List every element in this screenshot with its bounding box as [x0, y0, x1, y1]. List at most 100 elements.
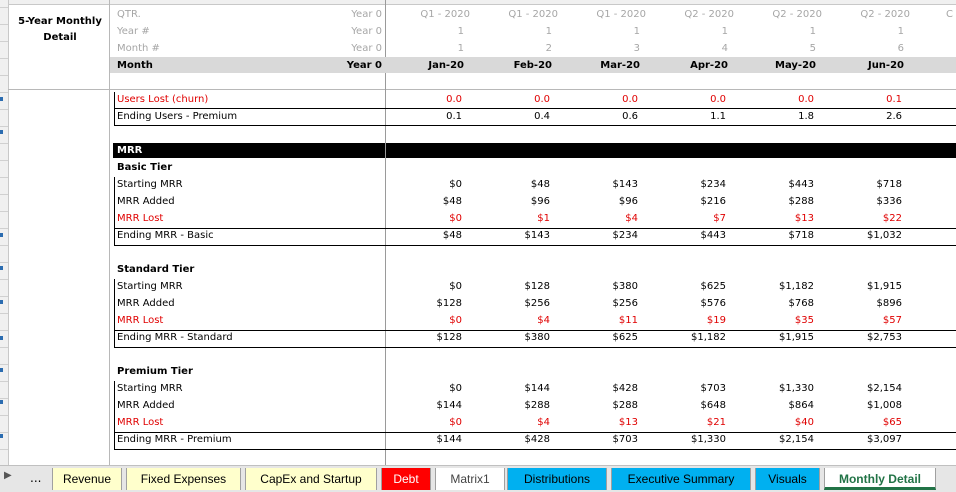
mrr-added-cell[interactable]: $1,008 — [830, 399, 902, 413]
ending-mrr-cell[interactable]: $1,330 — [654, 433, 726, 447]
mrr-added-cell[interactable]: $128 — [390, 297, 462, 311]
mrr-lost-cell[interactable]: $65 — [830, 416, 902, 430]
ending-users-cell[interactable]: 1.1 — [654, 110, 726, 124]
ending-mrr-cell[interactable]: $2,753 — [830, 331, 902, 345]
users-lost-cell[interactable]: 0.0 — [566, 93, 638, 107]
mrr-lost-cell[interactable]: $57 — [830, 314, 902, 328]
qtr-cell[interactable]: Q2 - 2020 — [742, 8, 822, 22]
ending-mrr-cell[interactable]: $1,915 — [742, 331, 814, 345]
month-header-cell[interactable]: Jan-20 — [390, 59, 464, 73]
ending-mrr-cell[interactable]: $128 — [390, 331, 462, 345]
mrr-added-cell[interactable]: $288 — [566, 399, 638, 413]
starting-mrr-cell[interactable]: $2,154 — [830, 382, 902, 396]
starting-mrr-cell[interactable]: $718 — [830, 178, 902, 192]
starting-mrr-cell[interactable]: $1,915 — [830, 280, 902, 294]
starting-mrr-label[interactable]: Starting MRR — [117, 382, 183, 396]
mrr-lost-cell[interactable]: $40 — [742, 416, 814, 430]
mrr-lost-cell[interactable]: $0 — [390, 212, 462, 226]
qtr-cell[interactable]: Q1 - 2020 — [390, 8, 470, 22]
mrr-added-cell[interactable]: $896 — [830, 297, 902, 311]
mrr-lost-cell[interactable]: $0 — [390, 416, 462, 430]
month-num-cell[interactable]: 1 — [390, 42, 464, 56]
ending-mrr-label[interactable]: Ending MRR - Basic — [117, 229, 214, 243]
qtr-label[interactable]: QTR. — [117, 8, 141, 22]
mrr-added-cell[interactable]: $864 — [742, 399, 814, 413]
tier-name[interactable]: Standard Tier — [117, 263, 194, 277]
sheet-tab[interactable]: Visuals — [755, 468, 820, 490]
starting-mrr-label[interactable]: Starting MRR — [117, 178, 183, 192]
year-num-cell[interactable]: 1 — [566, 25, 640, 39]
ending-mrr-cell[interactable]: $718 — [742, 229, 814, 243]
month-num-label[interactable]: Month # — [117, 42, 160, 56]
spreadsheet-grid[interactable]: 5-Year Monthly Detail QTR. Year # Month … — [0, 0, 956, 465]
mrr-lost-cell[interactable]: $35 — [742, 314, 814, 328]
year-num-label[interactable]: Year # — [117, 25, 150, 39]
year-num-cell[interactable]: 1 — [654, 25, 728, 39]
ending-users-cell[interactable]: 0.1 — [390, 110, 462, 124]
users-lost-label[interactable]: Users Lost (churn) — [117, 93, 208, 107]
mrr-added-cell[interactable]: $288 — [478, 399, 550, 413]
month-num-cell[interactable]: 2 — [478, 42, 552, 56]
ending-mrr-cell[interactable]: $234 — [566, 229, 638, 243]
starting-mrr-cell[interactable]: $128 — [478, 280, 550, 294]
starting-mrr-label[interactable]: Starting MRR — [117, 280, 183, 294]
column-header-strip[interactable] — [8, 0, 956, 5]
mrr-lost-cell[interactable]: $1 — [478, 212, 550, 226]
mrr-lost-label[interactable]: MRR Lost — [117, 416, 163, 430]
mrr-added-label[interactable]: MRR Added — [117, 399, 175, 413]
users-lost-cell[interactable]: 0.0 — [390, 93, 462, 107]
mrr-section-label[interactable]: MRR — [117, 144, 142, 158]
mrr-added-cell[interactable]: $256 — [566, 297, 638, 311]
sheet-tab[interactable]: Monthly Detail — [824, 468, 936, 490]
starting-mrr-cell[interactable]: $1,330 — [742, 382, 814, 396]
ending-mrr-cell[interactable]: $1,182 — [654, 331, 726, 345]
year-num-cell[interactable]: 1 — [830, 25, 904, 39]
month-num-cell[interactable]: 4 — [654, 42, 728, 56]
ending-mrr-cell[interactable]: $143 — [478, 229, 550, 243]
sheet-tab[interactable]: CapEx and Startup — [245, 468, 377, 490]
ending-mrr-cell[interactable]: $1,032 — [830, 229, 902, 243]
qtr-cell[interactable]: Q2 - 2020 — [654, 8, 734, 22]
starting-mrr-cell[interactable]: $703 — [654, 382, 726, 396]
mrr-added-cell[interactable]: $288 — [742, 195, 814, 209]
mrr-added-label[interactable]: MRR Added — [117, 195, 175, 209]
mrr-added-cell[interactable]: $144 — [390, 399, 462, 413]
mrr-added-cell[interactable]: $256 — [478, 297, 550, 311]
mrr-added-cell[interactable]: $768 — [742, 297, 814, 311]
ending-mrr-cell[interactable]: $380 — [478, 331, 550, 345]
mrr-lost-cell[interactable]: $7 — [654, 212, 726, 226]
year0-year[interactable]: Year 0 — [320, 25, 382, 39]
users-lost-cell[interactable]: 0.0 — [742, 93, 814, 107]
month-num-cell[interactable]: 3 — [566, 42, 640, 56]
tier-name[interactable]: Basic Tier — [117, 161, 172, 175]
mrr-added-cell[interactable]: $576 — [654, 297, 726, 311]
year0-month[interactable]: Year 0 — [320, 42, 382, 56]
year-num-cell[interactable]: 1 — [478, 25, 552, 39]
mrr-added-label[interactable]: MRR Added — [117, 297, 175, 311]
month-header-cell[interactable]: May-20 — [742, 59, 816, 73]
users-lost-cell[interactable]: 0.0 — [654, 93, 726, 107]
mrr-added-cell[interactable]: $336 — [830, 195, 902, 209]
year-num-cell[interactable]: 1 — [742, 25, 816, 39]
sheet-title[interactable]: 5-Year Monthly Detail — [10, 14, 110, 46]
mrr-added-cell[interactable]: $216 — [654, 195, 726, 209]
ending-users-cell[interactable]: 1.8 — [742, 110, 814, 124]
row-header-strip[interactable] — [0, 0, 9, 465]
mrr-lost-cell[interactable]: $13 — [566, 416, 638, 430]
year0-qtr[interactable]: Year 0 — [320, 8, 382, 22]
month-num-cell[interactable]: 5 — [742, 42, 816, 56]
sheet-tab[interactable]: Executive Summary — [611, 468, 751, 490]
ending-mrr-cell[interactable]: $2,154 — [742, 433, 814, 447]
ending-mrr-cell[interactable]: $443 — [654, 229, 726, 243]
mrr-lost-cell[interactable]: $4 — [478, 314, 550, 328]
starting-mrr-cell[interactable]: $143 — [566, 178, 638, 192]
ending-users-cell[interactable]: 2.6 — [830, 110, 902, 124]
mrr-lost-cell[interactable]: $21 — [654, 416, 726, 430]
more-sheets-button[interactable]: ... — [30, 471, 41, 485]
mrr-lost-label[interactable]: MRR Lost — [117, 212, 163, 226]
starting-mrr-cell[interactable]: $380 — [566, 280, 638, 294]
year-num-cell[interactable]: 1 — [390, 25, 464, 39]
ending-mrr-cell[interactable]: $703 — [566, 433, 638, 447]
ending-mrr-cell[interactable]: $428 — [478, 433, 550, 447]
ending-mrr-label[interactable]: Ending MRR - Premium — [117, 433, 232, 447]
